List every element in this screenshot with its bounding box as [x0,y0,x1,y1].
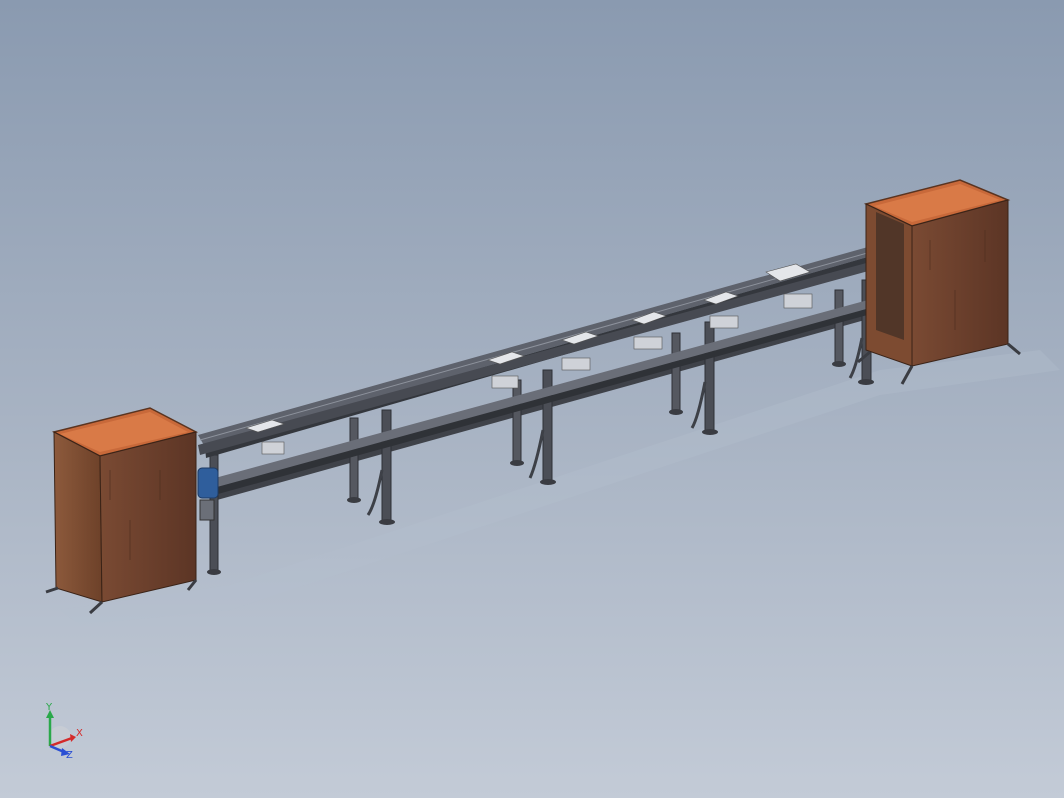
cad-model-scene[interactable]: Y X Z [0,0,1064,798]
triad-y-label: Y [45,702,53,713]
triad-x-label: X [76,728,83,739]
left-cabinet [45,407,199,615]
right-cabinet [857,179,1021,385]
coordinate-triad: Y X Z [45,702,83,761]
triad-z-label: Z [66,750,73,761]
graphics-viewport[interactable]: Y X Z [0,0,1064,798]
